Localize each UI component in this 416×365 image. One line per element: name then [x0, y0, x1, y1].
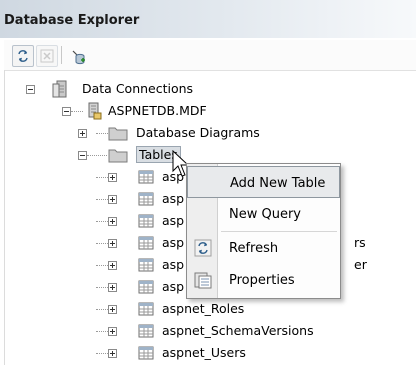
collapse-toggle[interactable] — [62, 107, 71, 116]
tree-node-label: asp — [162, 213, 185, 228]
tree-node-label: asp — [162, 235, 185, 250]
tree-node-table[interactable]: aspnet_Users — [0, 342, 416, 364]
tree-node-table[interactable]: aspnet_Roles — [0, 298, 416, 320]
table-icon — [138, 236, 154, 250]
menu-item-label: Properties — [229, 273, 295, 288]
tree-node-label: Data Connections — [82, 81, 194, 96]
tree-node-label: asp — [162, 279, 185, 294]
tree-node-label: aspnet_SchemaVersions — [162, 323, 314, 338]
expand-toggle[interactable] — [108, 173, 117, 182]
expand-toggle[interactable] — [108, 349, 117, 358]
data-connections-icon — [52, 80, 67, 98]
context-menu: Add New Table New Query Refresh Properti… — [186, 163, 341, 299]
tree-node-label: ASPNETDB.MDF — [108, 103, 207, 118]
collapse-toggle[interactable] — [78, 151, 87, 160]
refresh-icon — [194, 239, 212, 257]
table-icon — [138, 324, 154, 338]
expand-toggle[interactable] — [78, 129, 87, 138]
tree-node-label-overflow: rs — [354, 235, 366, 250]
database-icon — [88, 102, 102, 120]
expand-toggle[interactable] — [108, 283, 117, 292]
tree-node-data-connections[interactable]: Data Connections — [0, 78, 416, 100]
menu-item-new-query[interactable]: New Query — [187, 198, 340, 230]
menu-item-label: New Query — [229, 207, 301, 222]
menu-item-refresh[interactable]: Refresh — [187, 232, 340, 264]
table-icon — [138, 346, 154, 360]
tree-node-table[interactable]: aspnet_SchemaVersions — [0, 320, 416, 342]
collapse-toggle[interactable] — [26, 85, 35, 94]
menu-item-properties[interactable]: Properties — [187, 264, 340, 296]
table-icon — [138, 302, 154, 316]
tree-node-database[interactable]: ASPNETDB.MDF — [0, 100, 416, 122]
table-icon — [138, 280, 154, 294]
menu-item-label: Add New Table — [230, 176, 326, 191]
tree-node-label-overflow: er — [354, 257, 367, 272]
table-icon — [138, 258, 154, 272]
expand-toggle[interactable] — [108, 327, 117, 336]
properties-icon — [194, 272, 212, 289]
tree-node-label: asp — [162, 191, 185, 206]
tree-node-label: aspnet_Roles — [162, 301, 245, 316]
expand-toggle[interactable] — [108, 261, 117, 270]
tree-node-label: aspnet_Users — [162, 345, 246, 360]
expand-toggle[interactable] — [108, 217, 117, 226]
table-icon — [138, 192, 154, 206]
tree-connector — [96, 133, 108, 135]
tree-node-database-diagrams[interactable]: Database Diagrams — [0, 122, 416, 144]
expand-toggle[interactable] — [108, 195, 117, 204]
menu-item-label: Refresh — [229, 241, 279, 256]
tree-node-label: asp — [162, 257, 185, 272]
menu-item-add-new-table[interactable]: Add New Table — [187, 166, 340, 198]
table-icon — [138, 170, 154, 184]
expand-toggle[interactable] — [108, 305, 117, 314]
tree-node-label: Database Diagrams — [136, 125, 260, 140]
tree-connector — [71, 111, 83, 113]
folder-icon — [108, 149, 128, 163]
folder-icon — [108, 127, 128, 141]
table-icon — [138, 214, 154, 228]
expand-toggle[interactable] — [108, 239, 117, 248]
tree-connector — [87, 155, 107, 157]
